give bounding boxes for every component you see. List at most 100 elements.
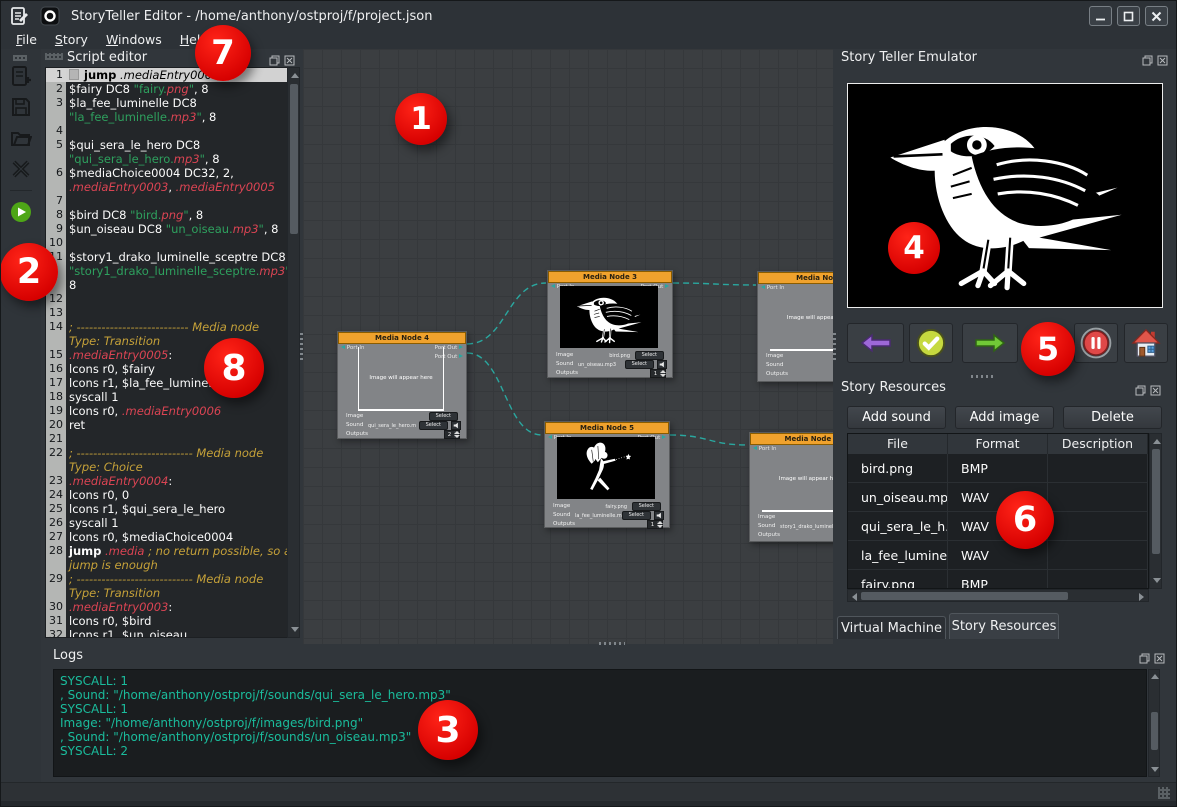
close-button[interactable]	[1145, 6, 1168, 26]
close-project-icon[interactable]	[8, 156, 34, 182]
table-row[interactable]: bird.pngBMP	[848, 454, 1148, 483]
node-connection[interactable]	[467, 283, 546, 344]
sound-select-button[interactable]: Select	[625, 360, 654, 369]
log-line: , Sound: "/home/anthony/ostproj/f/sounds…	[60, 730, 1146, 744]
node-title[interactable]: Media Node	[758, 272, 833, 284]
open-folder-icon[interactable]	[8, 125, 34, 151]
scrollbar-thumb[interactable]	[1151, 712, 1158, 750]
table-row[interactable]: la_fee_lumine…WAV	[848, 541, 1148, 570]
code-line	[66, 236, 288, 250]
add-image-button[interactable]: Add image	[955, 406, 1054, 429]
play-sound-icon[interactable]	[451, 421, 461, 430]
save-icon[interactable]	[8, 94, 34, 120]
add-sound-button[interactable]: Add sound	[847, 406, 946, 429]
sound-label: Sound	[553, 512, 570, 518]
table-header-description[interactable]: Description	[1048, 434, 1148, 454]
dock-drag-handle[interactable]	[45, 53, 63, 60]
table-cell: qui_sera_le_h…	[848, 512, 948, 541]
scrollbar-thumb[interactable]	[1152, 449, 1160, 554]
resize-grip[interactable]	[1158, 787, 1170, 799]
scroll-down-arrow[interactable]	[1151, 767, 1159, 772]
media-node[interactable]: Media Node 3 Port InPort Out Imagebird.p…	[547, 270, 673, 378]
node-title[interactable]: Media Node 3	[548, 271, 672, 283]
scroll-up-arrow[interactable]	[291, 73, 299, 78]
scroll-left-arrow[interactable]	[852, 593, 857, 601]
media-node[interactable]: Media Node 4 Port InPort Out Port Out Im…	[337, 331, 467, 439]
scroll-right-arrow[interactable]	[1139, 593, 1144, 601]
scrollbar-thumb[interactable]	[861, 592, 1068, 600]
close-dock-icon[interactable]	[1154, 649, 1165, 668]
next-button[interactable]	[962, 323, 1018, 363]
toolbar-drag-handle[interactable]	[13, 55, 27, 61]
code-line: 8	[66, 278, 288, 292]
minimize-button[interactable]	[1089, 6, 1112, 26]
outputs-spinner[interactable]: 2	[444, 430, 460, 439]
close-dock-icon[interactable]	[1157, 51, 1168, 70]
table-header-format[interactable]: Format	[948, 434, 1048, 454]
pause-button[interactable]	[1074, 323, 1118, 363]
media-node[interactable]: Media Node Port InImage will appear here…	[757, 271, 833, 382]
node-title[interactable]: Media Node 4	[338, 332, 466, 344]
scroll-down-arrow[interactable]	[291, 627, 299, 632]
scroll-up-arrow[interactable]	[1153, 439, 1161, 444]
float-dock-icon[interactable]	[1142, 51, 1153, 70]
scroll-up-arrow[interactable]	[1151, 674, 1159, 679]
code-line: $bird DC8 "bird.png", 8	[66, 208, 288, 222]
close-dock-icon[interactable]	[1150, 381, 1161, 400]
maximize-button[interactable]	[1117, 6, 1140, 26]
table-hscrollbar[interactable]	[847, 589, 1149, 602]
node-connection[interactable]	[467, 353, 542, 435]
new-file-icon[interactable]	[8, 63, 34, 89]
home-button[interactable]	[1124, 323, 1168, 363]
code-line: $un_oiseau DC8 "un_oiseau.mp3", 8	[66, 222, 288, 236]
splitter-emulator[interactable]	[971, 375, 995, 378]
line-number	[46, 334, 66, 348]
node-title[interactable]: Media Node 5	[545, 422, 669, 434]
titlebar[interactable]: StoryTeller Editor - /home/anthony/ostpr…	[1, 1, 1176, 31]
node-canvas[interactable]: Media Node 4 Port InPort Out Port Out Im…	[303, 49, 833, 644]
ok-button[interactable]	[909, 323, 953, 363]
line-number: 21	[46, 432, 66, 446]
outputs-label: Outputs	[556, 370, 578, 376]
outputs-spinner[interactable]: 1	[650, 369, 666, 378]
splitter-left[interactable]	[300, 333, 303, 361]
splitter-right[interactable]	[833, 333, 836, 361]
menu-story[interactable]: Story	[46, 31, 97, 49]
tab-story-resources[interactable]: Story Resources	[949, 613, 1059, 639]
line-number	[46, 558, 66, 572]
float-dock-icon[interactable]	[1139, 649, 1150, 668]
table-vscrollbar[interactable]	[1149, 433, 1162, 589]
tab-virtual-machine[interactable]: Virtual Machine	[837, 616, 946, 639]
delete-button[interactable]: Delete	[1063, 406, 1162, 429]
line-number: 15	[46, 348, 66, 362]
editor-scrollbar[interactable]	[287, 67, 300, 638]
scrollbar-thumb[interactable]	[290, 84, 298, 234]
logs-scrollbar[interactable]	[1148, 669, 1160, 777]
run-icon[interactable]	[8, 199, 34, 225]
sound-select-button[interactable]: Select	[419, 421, 448, 430]
table-row[interactable]: fairy.pngBMP	[848, 570, 1148, 589]
annotation-badge-5: 5	[1021, 322, 1075, 376]
line-number: 32	[46, 628, 66, 638]
media-node[interactable]: Media Node 6 Port InImage will appear he…	[749, 432, 833, 542]
table-header-file[interactable]: File	[848, 434, 948, 454]
scroll-down-arrow[interactable]	[1153, 578, 1161, 583]
menu-windows[interactable]: Windows	[97, 31, 171, 49]
previous-button[interactable]	[847, 323, 904, 363]
outputs-spinner[interactable]: 1	[647, 520, 663, 529]
code-line: ; ---------------------------- Media nod…	[66, 572, 288, 586]
float-dock-icon[interactable]	[1135, 381, 1146, 400]
node-title[interactable]: Media Node 6	[750, 433, 833, 445]
menu-file[interactable]: File	[7, 31, 46, 49]
play-sound-icon[interactable]	[657, 360, 667, 369]
splitter-bottom[interactable]	[599, 642, 625, 645]
line-number: 16	[46, 362, 66, 376]
logs-output: SYSCALL: 1, Sound: "/home/anthony/ostpro…	[53, 669, 1147, 777]
annotation-badge-3: 3	[418, 700, 478, 760]
node-connection[interactable]	[670, 435, 748, 445]
play-sound-icon[interactable]	[654, 511, 664, 520]
line-number	[46, 110, 66, 124]
media-node[interactable]: Media Node 5 Port InPort Out Imagefairy.…	[544, 421, 670, 528]
node-connection[interactable]	[673, 283, 756, 285]
sound-select-button[interactable]: Select	[622, 511, 651, 520]
